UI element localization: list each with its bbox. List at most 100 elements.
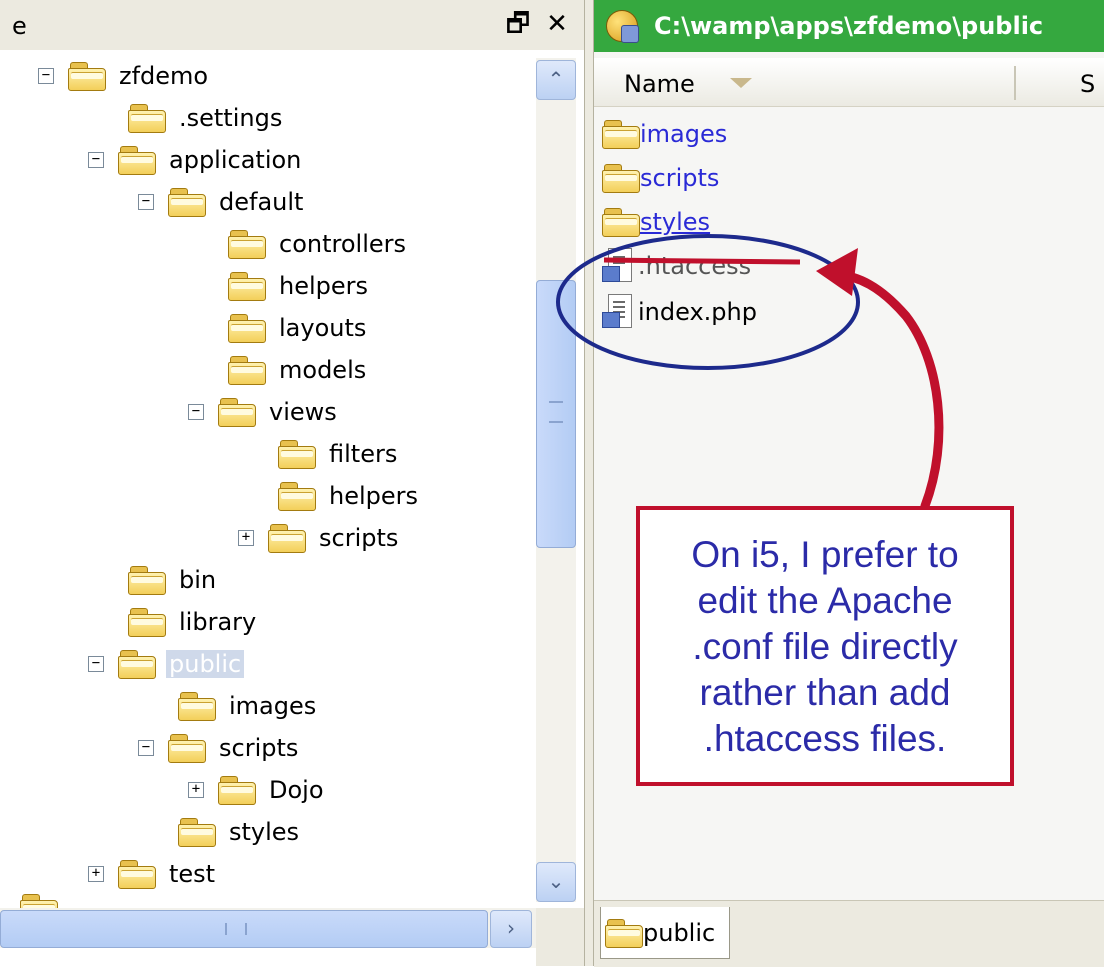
folder-icon — [602, 163, 640, 193]
tree-node-default[interactable]: − default — [138, 182, 306, 222]
folder-icon — [68, 61, 106, 91]
file-item-label: .htaccess — [638, 252, 752, 280]
folder-icon — [168, 733, 206, 763]
tree-node-helpers[interactable]: helpers — [228, 266, 371, 306]
tree-node-settings[interactable]: .settings — [128, 98, 285, 138]
file-item-htaccess[interactable]: .htaccess — [602, 246, 751, 286]
tree-node-partial — [20, 892, 58, 908]
tree-node-view-helpers[interactable]: helpers — [278, 476, 421, 516]
hscroll-thumb[interactable] — [0, 910, 488, 948]
tree-node-filters[interactable]: filters — [278, 434, 400, 474]
file-item-styles[interactable]: styles — [602, 202, 710, 242]
tree-node-label: default — [219, 188, 304, 216]
column-name-header[interactable]: Name — [624, 70, 695, 98]
tab-label: public — [643, 918, 716, 947]
folder-icon — [20, 893, 58, 908]
tree-node-dojo[interactable]: + Dojo — [188, 770, 327, 810]
tree-node-label: scripts — [319, 524, 399, 552]
column-separator[interactable] — [1014, 66, 1016, 100]
tab-strip: public — [594, 900, 1104, 967]
expand-icon[interactable]: + — [88, 866, 104, 882]
tree-node-view-scripts[interactable]: + scripts — [238, 518, 401, 558]
callout-line: edit the Apache — [697, 580, 953, 621]
collapse-icon[interactable]: − — [138, 194, 154, 210]
tree-node-label: images — [229, 692, 317, 720]
folder-icon — [168, 187, 206, 217]
scrollbar-corner — [536, 908, 584, 966]
current-path: C:\wamp\apps\zfdemo\public — [654, 12, 1044, 40]
tree-node-label: application — [169, 146, 302, 174]
tree-node-layouts[interactable]: layouts — [228, 308, 369, 348]
tree-node-public-styles[interactable]: styles — [178, 812, 302, 852]
scroll-up-button[interactable]: ⌃ — [536, 60, 576, 100]
file-item-scripts[interactable]: scripts — [602, 158, 719, 198]
scroll-thumb[interactable] — [536, 280, 576, 548]
folder-icon — [278, 439, 316, 469]
tree-node-models[interactable]: models — [228, 350, 369, 390]
tree-node-public-images[interactable]: images — [178, 686, 319, 726]
folder-icon — [228, 313, 266, 343]
tree-node-label: zfdemo — [119, 62, 209, 90]
callout-text: On i5, I prefer to edit the Apache .conf… — [640, 532, 1010, 762]
tree-node-library[interactable]: library — [128, 602, 259, 642]
tree-node-label: models — [279, 356, 367, 384]
open-folder-icon — [118, 649, 156, 679]
tree-node-label: layouts — [279, 314, 367, 342]
file-item-images[interactable]: images — [602, 114, 727, 154]
folder-icon — [218, 775, 256, 805]
folder-icon — [602, 119, 640, 149]
tree-node-label: scripts — [219, 734, 299, 762]
collapse-icon[interactable]: − — [138, 740, 154, 756]
folder-icon — [228, 355, 266, 385]
tree-node-test[interactable]: + test — [88, 854, 218, 894]
collapse-icon[interactable]: − — [88, 656, 104, 672]
tree-header: e 🗗 ✕ — [0, 0, 584, 50]
tree-node-label: controllers — [279, 230, 406, 258]
tree-node-label: test — [169, 860, 216, 888]
tree-node-bin[interactable]: bin — [128, 560, 219, 600]
file-item-index-php[interactable]: index.php — [602, 292, 757, 332]
collapse-icon[interactable]: − — [38, 68, 54, 84]
folder-icon — [178, 691, 216, 721]
folder-icon — [128, 607, 166, 637]
tree-node-label: bin — [179, 566, 217, 594]
scroll-down-button[interactable]: ⌄ — [536, 862, 576, 902]
callout-line: .htaccess files. — [703, 718, 947, 759]
collapse-icon[interactable]: − — [188, 404, 204, 420]
folder-options-icon — [606, 10, 639, 43]
tree-node-label: styles — [229, 818, 300, 846]
folder-icon — [118, 145, 156, 175]
pin-icon[interactable]: 🗗 — [503, 8, 533, 40]
folder-icon — [218, 397, 256, 427]
pane-splitter[interactable] — [584, 0, 594, 966]
explorer-title-bar: C:\wamp\apps\zfdemo\public — [594, 0, 1104, 52]
file-item-label: styles — [640, 208, 711, 236]
horizontal-scrollbar[interactable]: › — [0, 908, 536, 948]
file-item-label: scripts — [640, 164, 720, 192]
vertical-scrollbar[interactable]: ⌃ ⌄ — [536, 58, 576, 902]
file-item-label: index.php — [638, 298, 757, 326]
tree-node-views[interactable]: − views — [188, 392, 340, 432]
folder-icon — [178, 817, 216, 847]
tree-node-label: Dojo — [269, 776, 324, 804]
scroll-right-button[interactable]: › — [490, 910, 532, 948]
tab-public[interactable]: public — [600, 907, 730, 959]
tree-node-application[interactable]: − application — [88, 140, 304, 180]
callout-line: .conf file directly — [692, 626, 958, 667]
php-file-icon — [602, 294, 632, 330]
collapse-icon[interactable]: − — [88, 152, 104, 168]
tree-title: e — [12, 12, 27, 40]
tree-node-label: library — [179, 608, 257, 636]
tree-node-label: filters — [329, 440, 398, 468]
tree-node-public[interactable]: − public — [88, 644, 245, 684]
close-icon[interactable]: ✕ — [542, 8, 572, 40]
tree-node-zfdemo[interactable]: − zfdemo — [38, 56, 211, 96]
folder-icon — [278, 481, 316, 511]
column-size-header[interactable]: S — [1080, 70, 1095, 98]
folder-icon — [128, 565, 166, 595]
tree-node-public-scripts[interactable]: − scripts — [138, 728, 301, 768]
column-header: Name S — [594, 58, 1104, 107]
expand-icon[interactable]: + — [188, 782, 204, 798]
tree-node-controllers[interactable]: controllers — [228, 224, 409, 264]
expand-icon[interactable]: + — [238, 530, 254, 546]
